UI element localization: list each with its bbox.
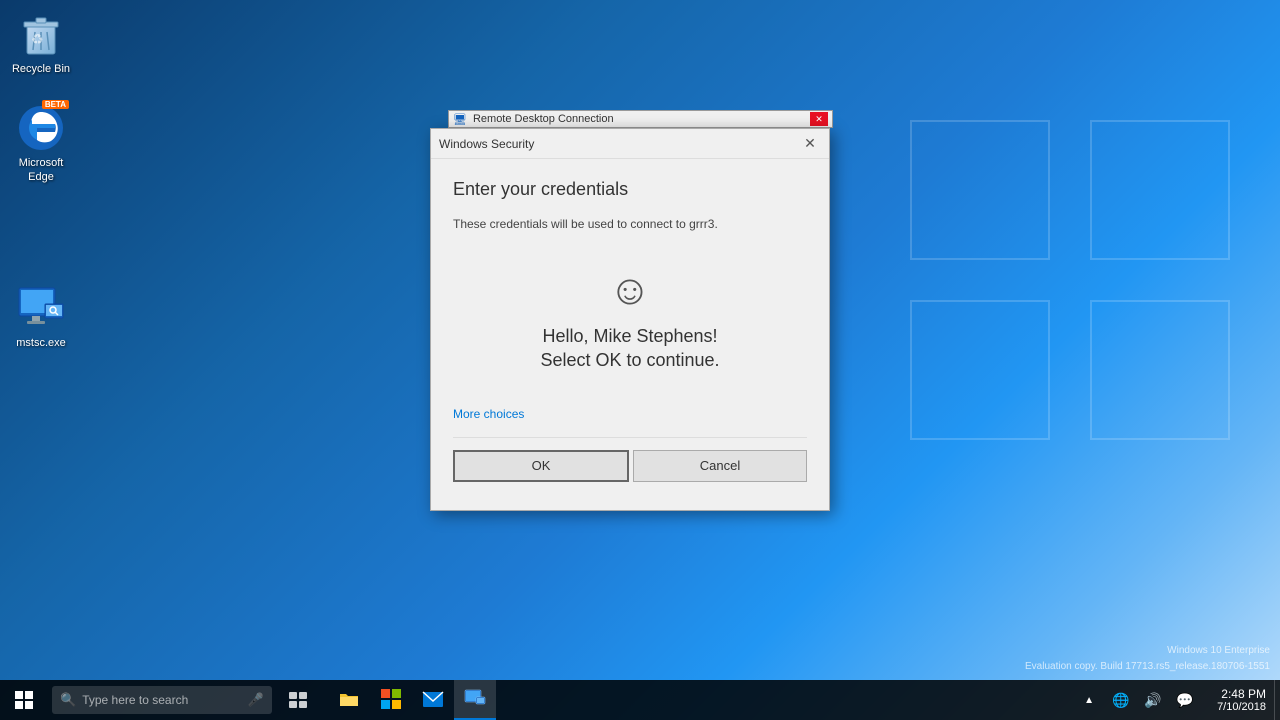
taskbar-file-explorer[interactable] <box>328 680 370 720</box>
clock-time: 2:48 PM <box>1221 687 1266 701</box>
desktop: ♻ Recycle Bin BETA Microsoft Edge <box>0 0 1280 720</box>
search-icon: 🔍 <box>60 692 76 708</box>
search-placeholder: Type here to search <box>82 693 248 707</box>
dialog-close-button[interactable]: ✕ <box>799 134 821 154</box>
show-desktop-button[interactable] <box>1274 680 1280 720</box>
mstsc-label: mstsc.exe <box>16 336 66 350</box>
clock-date: 7/10/2018 <box>1217 701 1266 713</box>
volume-icon[interactable]: 🔊 <box>1137 680 1169 720</box>
start-button[interactable] <box>0 680 48 720</box>
notification-icon[interactable]: 💬 <box>1169 680 1201 720</box>
windows-logo-bg <box>910 120 1230 440</box>
dialog-titlebar: Windows Security ✕ <box>431 129 829 159</box>
dialog-user-section: ☺ Hello, Mike Stephens! Select OK to con… <box>453 253 807 387</box>
mstsc-icon <box>17 284 65 332</box>
tray-overflow-button[interactable]: ▲ <box>1073 680 1105 720</box>
desktop-icon-recycle-bin[interactable]: ♻ Recycle Bin <box>1 6 81 80</box>
taskbar-clock[interactable]: 2:48 PM 7/10/2018 <box>1209 687 1274 713</box>
edge-icon: BETA <box>17 104 65 152</box>
security-dialog: Windows Security ✕ Enter your credential… <box>430 128 830 511</box>
more-choices-link[interactable]: More choices <box>453 407 807 421</box>
taskbar-mail[interactable] <box>412 680 454 720</box>
taskbar-search[interactable]: 🔍 Type here to search 🎤 <box>52 686 272 714</box>
task-view-button[interactable] <box>276 680 320 720</box>
hello-text-line2: Select OK to continue. <box>453 350 807 371</box>
taskbar-middle <box>320 680 1065 720</box>
cancel-button[interactable]: Cancel <box>633 450 807 482</box>
edge-beta-badge: BETA <box>42 100 69 109</box>
microphone-icon: 🎤 <box>248 692 264 708</box>
svg-text:♻: ♻ <box>31 31 44 47</box>
edge-label: Microsoft Edge <box>5 156 77 185</box>
recycle-bin-label: Recycle Bin <box>12 62 70 76</box>
build-info-line2: Evaluation copy. Build 17713.rs5_release… <box>1025 659 1270 675</box>
dialog-body: Enter your credentials These credentials… <box>431 159 829 510</box>
recycle-bin-icon: ♻ <box>17 10 65 58</box>
build-info: Windows 10 Enterprise Evaluation copy. B… <box>1025 643 1270 675</box>
dialog-title: Windows Security <box>439 137 534 151</box>
rdp-close-button[interactable]: ✕ <box>810 112 828 126</box>
rdp-title: Remote Desktop Connection <box>473 113 810 125</box>
hello-text-line1: Hello, Mike Stephens! <box>453 323 807 350</box>
ok-button[interactable]: OK <box>453 450 629 482</box>
dialog-heading: Enter your credentials <box>453 179 807 200</box>
build-info-line1: Windows 10 Enterprise <box>1025 643 1270 659</box>
dialog-buttons: OK Cancel <box>453 437 807 490</box>
taskbar-store[interactable] <box>370 680 412 720</box>
dialog-info-text: These credentials will be used to connec… <box>453 216 807 233</box>
desktop-icon-edge[interactable]: BETA Microsoft Edge <box>1 100 81 189</box>
network-icon[interactable]: 🌐 <box>1105 680 1137 720</box>
taskbar-rdp-app[interactable] <box>454 680 496 720</box>
taskbar: 🔍 Type here to search 🎤 <box>0 680 1280 720</box>
desktop-icon-mstsc[interactable]: mstsc.exe <box>1 280 81 354</box>
rdp-behind-window: 🖥 Remote Desktop Connection ✕ <box>448 110 833 128</box>
user-smiley-icon: ☺ <box>453 269 807 311</box>
taskbar-system-tray: ▲ 🌐 🔊 💬 <box>1065 680 1209 720</box>
